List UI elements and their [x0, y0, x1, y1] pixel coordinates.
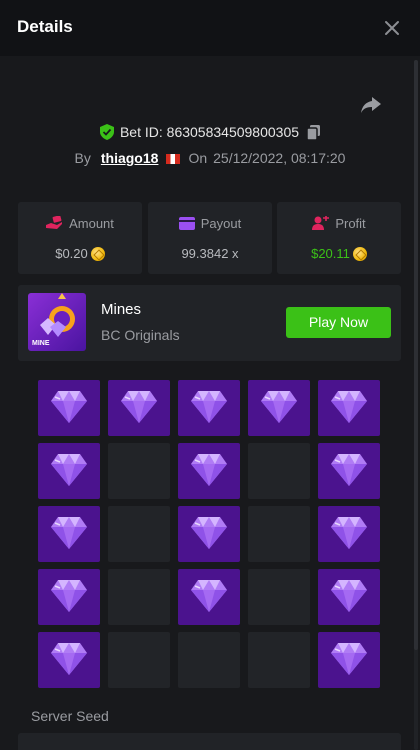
mine-cell-gem[interactable]	[38, 506, 100, 562]
mine-cell-gem[interactable]	[178, 380, 240, 436]
gem-icon	[51, 391, 87, 423]
server-seed-label: Server Seed	[31, 708, 109, 724]
gem-icon	[51, 643, 87, 675]
server-seed-field[interactable]	[18, 733, 401, 750]
amount-value: $0.20	[55, 246, 88, 261]
gem-icon	[331, 643, 367, 675]
mine-cell-gem[interactable]	[248, 380, 310, 436]
username-link[interactable]: thiago18	[101, 150, 159, 166]
mine-cell-gem[interactable]	[178, 506, 240, 562]
mine-cell-gem[interactable]	[38, 632, 100, 688]
scrollbar-thumb[interactable]	[414, 60, 418, 650]
modal-title: Details	[17, 17, 73, 36]
gem-icon	[331, 391, 367, 423]
mine-cell-gem[interactable]	[318, 380, 380, 436]
gem-icon	[191, 454, 227, 486]
mine-cell-gem[interactable]	[178, 443, 240, 499]
bet-meta-row: By thiago18 On 25/12/2022, 08:17:20	[0, 150, 420, 166]
wallet-icon	[178, 217, 195, 230]
share-icon[interactable]	[360, 95, 382, 115]
mine-cell-gem[interactable]	[38, 443, 100, 499]
profit-card: Profit $20.11	[277, 202, 401, 274]
gem-icon	[191, 391, 227, 423]
close-icon[interactable]	[380, 16, 404, 40]
mine-cell-empty[interactable]	[248, 569, 310, 625]
amount-label: Amount	[69, 216, 114, 231]
copy-icon[interactable]	[306, 125, 321, 143]
mine-cell-gem[interactable]	[178, 569, 240, 625]
mines-grid	[38, 380, 380, 688]
modal-header: Details	[0, 0, 420, 56]
on-label: On	[188, 150, 208, 166]
gem-icon	[191, 580, 227, 612]
gem-icon	[51, 580, 87, 612]
profit-value: $20.11	[311, 246, 350, 261]
game-card: MINE Mines BC Originals Play Now	[18, 285, 401, 361]
mine-cell-gem[interactable]	[38, 380, 100, 436]
bet-id: Bet ID: 86305834509800305	[119, 124, 300, 140]
mine-cell-empty[interactable]	[108, 443, 170, 499]
coin-icon	[90, 247, 105, 261]
money-hand-icon	[46, 215, 63, 229]
gem-icon	[261, 391, 297, 423]
mine-cell-empty[interactable]	[108, 569, 170, 625]
mine-cell-empty[interactable]	[248, 632, 310, 688]
gem-icon	[331, 454, 367, 486]
mine-cell-empty[interactable]	[178, 632, 240, 688]
gem-icon	[51, 517, 87, 549]
mine-cell-empty[interactable]	[108, 506, 170, 562]
thumb-label: MINE	[32, 340, 50, 347]
game-name: Mines	[101, 301, 142, 318]
mine-cell-gem[interactable]	[108, 380, 170, 436]
profit-label: Profit	[335, 216, 366, 231]
profit-icon	[312, 215, 330, 230]
play-now-button[interactable]: Play Now	[286, 307, 391, 338]
mine-cell-gem[interactable]	[318, 443, 380, 499]
gem-icon	[331, 517, 367, 549]
game-provider: BC Originals	[101, 327, 180, 343]
bet-datetime: 25/12/2022, 08:17:20	[213, 150, 346, 166]
mine-cell-gem[interactable]	[318, 569, 380, 625]
by-label: By	[74, 150, 91, 166]
game-thumbnail[interactable]: MINE	[28, 293, 86, 351]
amount-card: Amount $0.20	[18, 202, 142, 274]
mine-cell-gem[interactable]	[318, 506, 380, 562]
mine-cell-gem[interactable]	[38, 569, 100, 625]
payout-label: Payout	[200, 216, 242, 231]
coin-icon	[352, 247, 367, 261]
mine-cell-empty[interactable]	[248, 506, 310, 562]
gem-icon	[51, 454, 87, 486]
mine-cell-empty[interactable]	[248, 443, 310, 499]
mine-cell-empty[interactable]	[108, 632, 170, 688]
bet-id-row: Bet ID: 86305834509800305	[0, 124, 420, 144]
payout-card: Payout 99.3842 x	[148, 202, 272, 274]
mine-cell-gem[interactable]	[318, 632, 380, 688]
gem-icon	[331, 580, 367, 612]
gem-icon	[121, 391, 157, 423]
flag-icon	[166, 154, 181, 164]
payout-value: 99.3842 x	[181, 246, 239, 261]
gem-icon	[191, 517, 227, 549]
shield-check-icon	[99, 124, 114, 143]
